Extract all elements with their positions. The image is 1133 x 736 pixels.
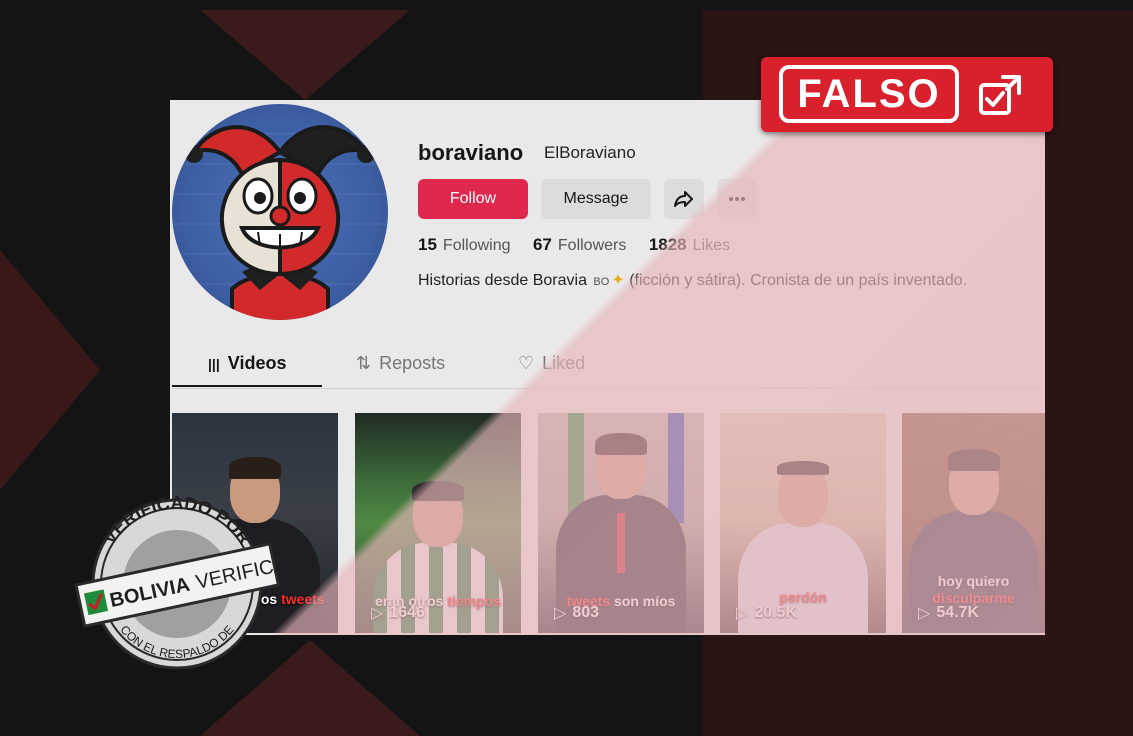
video-thumbnail[interactable]: hoy quiero disculparme ▷ 54.7K xyxy=(902,413,1045,633)
profile-stats: 15 Following 67 Followers 1828 Likes xyxy=(418,235,748,255)
more-options-button[interactable] xyxy=(717,179,757,219)
profile-bio: Historias desde Boravia BO ✦ (ficción y s… xyxy=(418,270,967,290)
bio-text: Historias desde Boravia xyxy=(418,272,587,289)
view-count: ▷ 20.5K xyxy=(736,604,798,622)
username: boraviano xyxy=(418,140,524,165)
following-stat[interactable]: 15 Following xyxy=(418,235,511,254)
external-link-check-icon xyxy=(979,75,1021,115)
sparkle-icon: ✦ xyxy=(611,272,625,289)
video-thumbnail[interactable]: tweets son míos ▷ 803 xyxy=(538,413,704,633)
verification-seal: VERIFICADO POR CON EL RESPALDO DE BOLIVI… xyxy=(74,493,289,670)
tab-label: Liked xyxy=(542,353,586,373)
likes-stat: 1828 Likes xyxy=(648,235,730,254)
tab-label: Videos xyxy=(227,353,287,373)
display-name: ElBoraviano xyxy=(544,143,636,162)
profile-tabs: ||| Videos ⇅ Reposts ♡ Liked xyxy=(172,343,1045,389)
play-icon: ▷ xyxy=(736,605,749,622)
more-icon xyxy=(729,197,745,201)
video-thumbnail[interactable]: perdón ▷ 20.5K xyxy=(720,413,886,633)
followers-count: 67 xyxy=(532,235,552,254)
follow-button[interactable]: Follow xyxy=(418,179,528,219)
bolivia-flag-icon: BO xyxy=(593,276,610,288)
false-rating-badge: FALSO xyxy=(761,57,1053,132)
heart-icon: ♡ xyxy=(518,353,535,373)
likes-label: Likes xyxy=(692,237,730,254)
message-button[interactable]: Message xyxy=(541,179,651,219)
view-count: ▷ 54.7K xyxy=(918,604,980,622)
bio-text: (ficción y sátira). Cronista de un país … xyxy=(629,272,968,289)
share-icon xyxy=(674,191,693,207)
share-button[interactable] xyxy=(664,179,704,219)
following-label: Following xyxy=(442,237,511,254)
video-thumbnail[interactable]: eran otros tiempos ▷ 1646 xyxy=(355,413,521,633)
tiktok-profile-screenshot: boraviano ElBoraviano Follow Message 15 F… xyxy=(170,100,1045,635)
repost-icon: ⇅ xyxy=(356,353,372,373)
background-triangle xyxy=(200,10,410,100)
jester-avatar-image xyxy=(172,125,388,320)
following-count: 15 xyxy=(418,235,437,254)
play-icon: ▷ xyxy=(554,605,567,622)
tab-reposts[interactable]: ⇅ Reposts xyxy=(356,353,445,374)
avatar[interactable] xyxy=(172,104,388,320)
tab-liked[interactable]: ♡ Liked xyxy=(518,353,585,374)
bolivia-verifica-stamp: VERIFICADO POR CON EL RESPALDO DE BOLIVI… xyxy=(72,493,289,672)
likes-count: 1828 xyxy=(648,235,687,254)
tab-videos[interactable]: ||| Videos xyxy=(208,353,286,374)
play-icon: ▷ xyxy=(371,605,384,622)
false-label: FALSO xyxy=(779,65,959,123)
tab-label: Reposts xyxy=(379,353,446,373)
play-icon: ▷ xyxy=(918,605,931,622)
followers-stat[interactable]: 67 Followers xyxy=(532,235,627,254)
followers-label: Followers xyxy=(557,237,627,254)
view-count: ▷ 803 xyxy=(554,604,600,622)
view-count: ▷ 1646 xyxy=(371,604,425,622)
grid-icon: ||| xyxy=(208,355,220,372)
background-triangle xyxy=(0,250,100,490)
active-tab-indicator xyxy=(172,385,322,387)
video-caption: hoy quiero disculparme xyxy=(932,573,1015,606)
